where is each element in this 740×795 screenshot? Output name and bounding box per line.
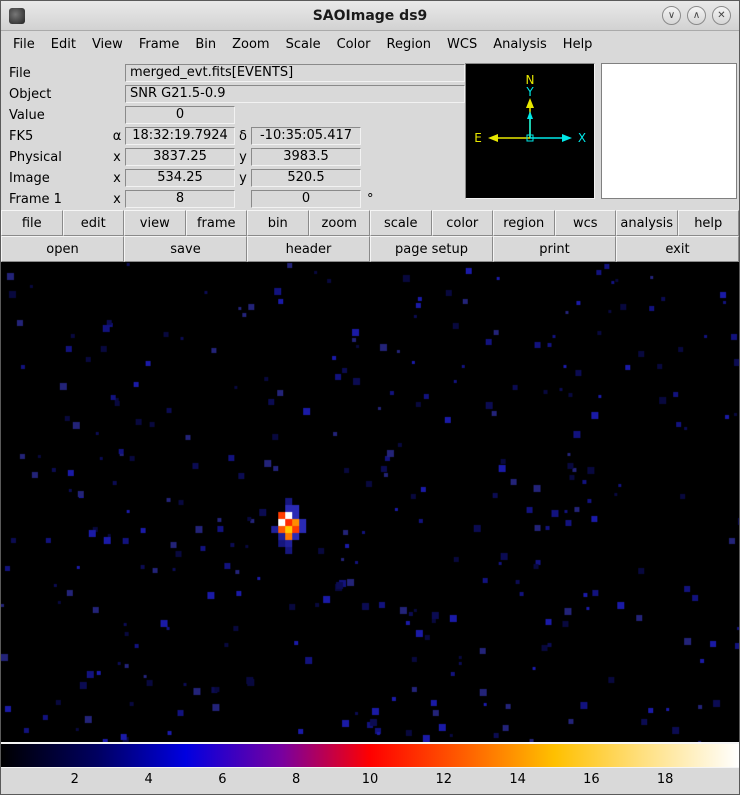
colorbar-tick-14: 14 bbox=[509, 772, 526, 787]
colorbar-tick-10: 10 bbox=[362, 772, 379, 787]
toolbar-button-open[interactable]: open bbox=[1, 236, 124, 262]
frame-label: Frame 1 bbox=[9, 192, 109, 207]
image-x-symbol: x bbox=[109, 171, 125, 186]
colorbar-tick-18: 18 bbox=[657, 772, 674, 787]
colorbar: 2 4 6 8 10 12 14 16 18 bbox=[1, 742, 739, 794]
ra-field: 18:32:19.7924 bbox=[125, 127, 235, 145]
menu-color[interactable]: Color bbox=[329, 34, 379, 55]
toolbar-button-print[interactable]: print bbox=[493, 236, 616, 262]
menu-edit[interactable]: Edit bbox=[43, 34, 84, 55]
toolbar-button-header[interactable]: header bbox=[247, 236, 370, 262]
alpha-symbol: α bbox=[109, 129, 125, 144]
colorbar-tick-16: 16 bbox=[583, 772, 600, 787]
toolbar-row-1: fileeditviewframebinzoomscalecolorregion… bbox=[1, 210, 739, 236]
toolbar-button-file[interactable]: file bbox=[1, 210, 63, 236]
image-y-field: 520.5 bbox=[251, 169, 361, 187]
toolbar-row-2: opensaveheaderpage setupprintexit bbox=[1, 236, 739, 262]
menu-frame[interactable]: Frame bbox=[131, 34, 188, 55]
object-label: Object bbox=[9, 87, 109, 102]
toolbar-button-view[interactable]: view bbox=[124, 210, 186, 236]
toolbar-button-page-setup[interactable]: page setup bbox=[370, 236, 493, 262]
file-value-field: merged_evt.fits[EVENTS] bbox=[125, 64, 465, 82]
frame-row: Frame 1 x 8 0 ° bbox=[1, 189, 465, 209]
physical-x-symbol: x bbox=[109, 150, 125, 165]
colorbar-gradient[interactable] bbox=[1, 742, 739, 768]
toolbar-button-bin[interactable]: bin bbox=[247, 210, 309, 236]
fk5-label: FK5 bbox=[9, 129, 109, 144]
toolbar-button-region[interactable]: region bbox=[493, 210, 555, 236]
compass-east-label: E bbox=[474, 131, 482, 145]
physical-x-field: 3837.25 bbox=[125, 148, 235, 166]
frame-rotation-field: 0 bbox=[251, 190, 361, 208]
ds9-window: SAOImage ds9 ∨ ∧ ✕ FileEditViewFrameBinZ… bbox=[0, 0, 740, 795]
menu-scale[interactable]: Scale bbox=[278, 34, 329, 55]
magnifier-panel bbox=[601, 63, 737, 199]
object-value-field: SNR G21.5-0.9 bbox=[125, 85, 465, 103]
image-canvas[interactable] bbox=[1, 262, 739, 742]
menu-wcs[interactable]: WCS bbox=[439, 34, 485, 55]
toolbar-button-help[interactable]: help bbox=[678, 210, 740, 236]
app-icon bbox=[9, 8, 25, 24]
menu-view[interactable]: View bbox=[84, 34, 131, 55]
compass-x-label: X bbox=[578, 131, 586, 145]
toolbar-button-color[interactable]: color bbox=[432, 210, 494, 236]
toolbar-button-frame[interactable]: frame bbox=[186, 210, 248, 236]
image-label: Image bbox=[9, 171, 109, 186]
compass-graphic: N Y E X bbox=[466, 64, 594, 198]
menu-help[interactable]: Help bbox=[555, 34, 601, 55]
object-row: Object SNR G21.5-0.9 bbox=[1, 84, 465, 104]
menu-file[interactable]: File bbox=[5, 34, 43, 55]
physical-y-symbol: y bbox=[235, 150, 251, 165]
compass-panel: N Y E X bbox=[465, 63, 595, 199]
frame-zoom-symbol: x bbox=[109, 192, 125, 207]
dec-field: -10:35:05.417 bbox=[251, 127, 361, 145]
value-row: Value 0 bbox=[1, 105, 465, 125]
value-label: Value bbox=[9, 108, 109, 123]
menu-analysis[interactable]: Analysis bbox=[485, 34, 555, 55]
colorbar-tick-4: 4 bbox=[144, 772, 152, 787]
toolbar-button-zoom[interactable]: zoom bbox=[309, 210, 371, 236]
window-controls: ∨ ∧ ✕ bbox=[662, 6, 731, 25]
colorbar-tick-2: 2 bbox=[71, 772, 79, 787]
toolbar-button-wcs[interactable]: wcs bbox=[555, 210, 617, 236]
colorbar-tick-8: 8 bbox=[292, 772, 300, 787]
pixel-value-field: 0 bbox=[125, 106, 235, 124]
delta-symbol: δ bbox=[235, 129, 251, 144]
colorbar-ticks: 2 4 6 8 10 12 14 16 18 bbox=[1, 768, 739, 794]
image-row: Image x 534.25 y 520.5 bbox=[1, 168, 465, 188]
minimize-button[interactable]: ∨ bbox=[662, 6, 681, 25]
frame-zoom-field: 8 bbox=[125, 190, 235, 208]
toolbar-button-analysis[interactable]: analysis bbox=[616, 210, 678, 236]
physical-label: Physical bbox=[9, 150, 109, 165]
titlebar: SAOImage ds9 ∨ ∧ ✕ bbox=[1, 1, 739, 31]
degree-symbol: ° bbox=[367, 192, 374, 207]
image-x-field: 534.25 bbox=[125, 169, 235, 187]
physical-y-field: 3983.5 bbox=[251, 148, 361, 166]
menubar: FileEditViewFrameBinZoomScaleColorRegion… bbox=[1, 31, 739, 57]
menu-zoom[interactable]: Zoom bbox=[224, 34, 277, 55]
toolbar-button-edit[interactable]: edit bbox=[63, 210, 125, 236]
info-readouts: File merged_evt.fits[EVENTS] Object SNR … bbox=[1, 63, 465, 210]
window-title: SAOImage ds9 bbox=[1, 8, 739, 24]
compass-y-label: Y bbox=[525, 85, 534, 99]
toolbar-button-exit[interactable]: exit bbox=[616, 236, 739, 262]
menu-region[interactable]: Region bbox=[379, 34, 440, 55]
info-panel: File merged_evt.fits[EVENTS] Object SNR … bbox=[1, 57, 739, 210]
file-row: File merged_evt.fits[EVENTS] bbox=[1, 63, 465, 83]
toolbar-button-scale[interactable]: scale bbox=[370, 210, 432, 236]
toolbar-button-save[interactable]: save bbox=[124, 236, 247, 262]
file-label: File bbox=[9, 66, 109, 81]
maximize-button[interactable]: ∧ bbox=[687, 6, 706, 25]
colorbar-tick-12: 12 bbox=[436, 772, 453, 787]
close-button[interactable]: ✕ bbox=[712, 6, 731, 25]
fk5-row: FK5 α 18:32:19.7924 δ -10:35:05.417 bbox=[1, 126, 465, 146]
menu-bin[interactable]: Bin bbox=[187, 34, 224, 55]
colorbar-tick-6: 6 bbox=[218, 772, 226, 787]
image-y-symbol: y bbox=[235, 171, 251, 186]
physical-row: Physical x 3837.25 y 3983.5 bbox=[1, 147, 465, 167]
